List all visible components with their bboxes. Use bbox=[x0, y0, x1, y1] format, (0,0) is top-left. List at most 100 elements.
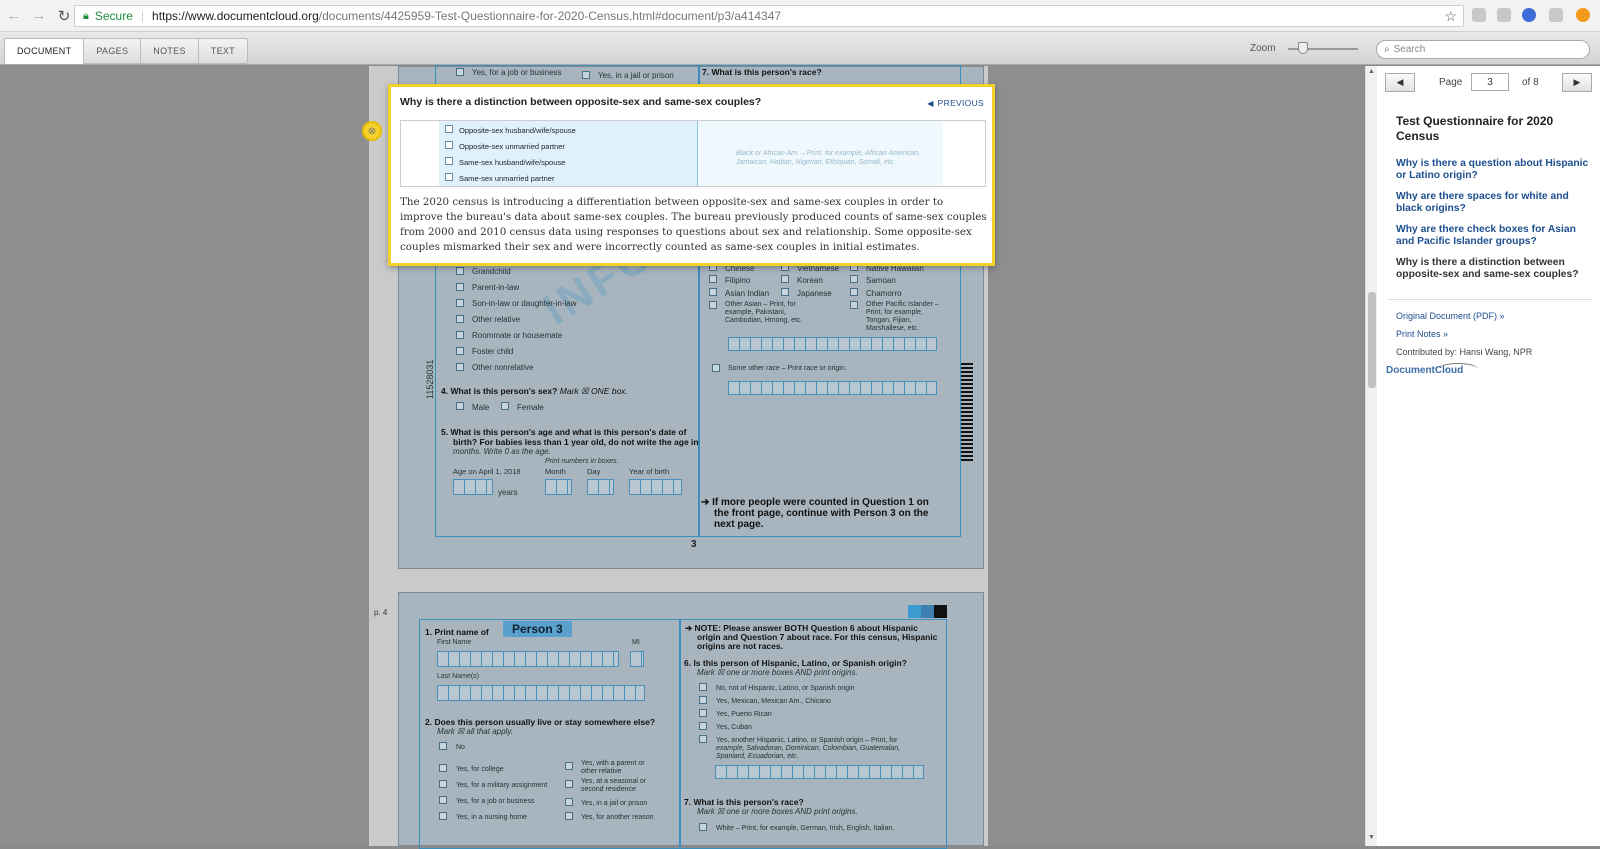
form-option: Yes, for a military assignment bbox=[456, 782, 548, 789]
checkbox[interactable] bbox=[712, 364, 720, 372]
checkbox[interactable] bbox=[565, 780, 573, 788]
note-close-icon[interactable]: ⊗ bbox=[362, 121, 382, 141]
checkbox[interactable] bbox=[565, 798, 573, 806]
note-link-hispanic[interactable]: Why is there a question about Hispanic o… bbox=[1396, 158, 1592, 181]
extension-icon[interactable] bbox=[1576, 8, 1590, 22]
search-input[interactable]: ⌕ Search bbox=[1376, 40, 1590, 59]
print-origin-input[interactable] bbox=[728, 337, 937, 351]
checkbox[interactable] bbox=[699, 709, 707, 717]
checkbox[interactable] bbox=[709, 288, 717, 296]
form-option: Yes, for a job or business bbox=[472, 68, 562, 77]
question-4-text: 4. What is this person's sex? bbox=[441, 386, 558, 396]
barcode bbox=[961, 363, 973, 463]
page-number-input[interactable] bbox=[1471, 73, 1509, 91]
checkbox[interactable] bbox=[699, 735, 707, 743]
checkbox[interactable] bbox=[709, 275, 717, 283]
extension-icon[interactable] bbox=[1497, 8, 1511, 22]
checkbox[interactable] bbox=[699, 823, 707, 831]
scroll-down-icon[interactable]: ▼ bbox=[1368, 834, 1375, 841]
page-number: 3 bbox=[691, 539, 697, 550]
month-input[interactable] bbox=[545, 479, 572, 495]
hispanic-option: Yes, Puerto Rican bbox=[716, 711, 772, 718]
address-bar[interactable]: 🔒︎ Secure | https://www.documentcloud.or… bbox=[74, 5, 1464, 27]
tab-document[interactable]: DOCUMENT bbox=[4, 38, 85, 64]
browser-chrome: ← → ↻ 🔒︎ Secure | https://www.documentcl… bbox=[0, 0, 1600, 32]
forward-icon[interactable]: → bbox=[28, 5, 50, 27]
checkbox[interactable] bbox=[709, 301, 717, 309]
document-viewer[interactable]: Yes, for a job or business Yes, in a jai… bbox=[0, 65, 1365, 849]
page-4: 1. Print name of Person 3 First Name MI … bbox=[398, 592, 984, 849]
checkbox-female[interactable] bbox=[501, 402, 509, 410]
tab-notes[interactable]: NOTES bbox=[141, 38, 199, 64]
search-icon: ⌕ bbox=[1384, 44, 1390, 55]
note-link-asian-pacific[interactable]: Why are there check boxes for Asian and … bbox=[1396, 224, 1592, 247]
first-name-input[interactable] bbox=[437, 651, 619, 667]
other-race-input[interactable] bbox=[728, 381, 937, 395]
page-navigator: ◀ Page of 8 ▶ bbox=[1385, 73, 1592, 93]
viewer-scrollbar[interactable]: ▲ ▼ bbox=[1365, 66, 1377, 846]
checkbox[interactable] bbox=[850, 288, 858, 296]
checkbox[interactable] bbox=[699, 722, 707, 730]
checkbox[interactable] bbox=[439, 812, 447, 820]
original-document-link[interactable]: Original Document (PDF) » bbox=[1396, 311, 1505, 321]
previous-page-button[interactable]: ◀ bbox=[1385, 73, 1415, 92]
last-name-label: Last Name(s) bbox=[437, 673, 480, 680]
tab-text[interactable]: TEXT bbox=[198, 38, 248, 64]
next-page-button[interactable]: ▶ bbox=[1562, 73, 1592, 92]
form-option: Other relative bbox=[472, 315, 521, 324]
checkbox[interactable] bbox=[565, 762, 573, 770]
checkbox[interactable] bbox=[456, 315, 464, 323]
checkbox[interactable] bbox=[699, 696, 707, 704]
checkbox[interactable] bbox=[699, 683, 707, 691]
checkbox[interactable] bbox=[439, 780, 447, 788]
checkbox[interactable] bbox=[439, 796, 447, 804]
scroll-thumb[interactable] bbox=[1368, 292, 1376, 388]
checkbox[interactable] bbox=[439, 742, 447, 750]
checkbox[interactable] bbox=[781, 275, 789, 283]
mi-input[interactable] bbox=[630, 651, 644, 667]
page-label: p. 4 bbox=[374, 608, 388, 617]
bookmark-star-icon[interactable]: ☆ bbox=[1444, 8, 1457, 25]
tab-pages[interactable]: PAGES bbox=[84, 38, 142, 64]
checkbox[interactable] bbox=[439, 764, 447, 772]
race-option: Chamorro bbox=[866, 289, 902, 298]
hispanic-option: Yes, Mexican, Mexican Am., Chicano bbox=[716, 698, 831, 705]
race-option: Korean bbox=[797, 276, 823, 285]
checkbox[interactable] bbox=[850, 275, 858, 283]
checkbox[interactable] bbox=[456, 331, 464, 339]
checkbox[interactable] bbox=[582, 71, 590, 79]
extension-icon[interactable] bbox=[1549, 8, 1563, 22]
checkbox[interactable] bbox=[456, 283, 464, 291]
note-link-same-sex[interactable]: Why is there a distinction between oppos… bbox=[1396, 257, 1592, 280]
hispanic-option: No, not of Hispanic, Latino, or Spanish … bbox=[716, 685, 855, 692]
reload-icon[interactable]: ↻ bbox=[53, 5, 75, 27]
triangle-right-icon: ▶ bbox=[1573, 77, 1581, 87]
checkbox[interactable] bbox=[456, 267, 464, 275]
scroll-up-icon[interactable]: ▲ bbox=[1368, 68, 1375, 75]
extension-icon[interactable] bbox=[1472, 8, 1486, 22]
page-label: Page bbox=[1439, 77, 1463, 88]
hispanic-option-continued: Spaniard, Ecuadorian, etc. bbox=[716, 753, 799, 760]
checkbox[interactable] bbox=[456, 347, 464, 355]
last-name-input[interactable] bbox=[437, 685, 645, 701]
print-notes-link[interactable]: Print Notes » bbox=[1396, 329, 1448, 339]
note-link-white-black[interactable]: Why are there spaces for white and black… bbox=[1396, 191, 1592, 214]
checkbox[interactable] bbox=[850, 301, 858, 309]
checkbox[interactable] bbox=[456, 68, 464, 76]
checkbox[interactable] bbox=[456, 299, 464, 307]
zoom-slider-handle[interactable] bbox=[1298, 42, 1308, 54]
checkbox-male[interactable] bbox=[456, 402, 464, 410]
age-input[interactable] bbox=[453, 479, 493, 495]
hispanic-origin-input[interactable] bbox=[715, 765, 924, 779]
day-input[interactable] bbox=[587, 479, 614, 495]
checkbox[interactable] bbox=[565, 812, 573, 820]
contributed-by: Contributed by: Hansi Wang, NPR bbox=[1396, 347, 1533, 357]
checkbox[interactable] bbox=[456, 363, 464, 371]
extension-icon[interactable] bbox=[1522, 8, 1536, 22]
form-option: Son-in-law or daughter-in-law bbox=[472, 299, 577, 308]
some-other-race-option: Some other race – Print race or origin. bbox=[728, 365, 847, 372]
previous-note-button[interactable]: ◀ PREVIOUS bbox=[927, 98, 984, 108]
year-input[interactable] bbox=[629, 479, 682, 495]
back-icon[interactable]: ← bbox=[3, 5, 25, 27]
checkbox[interactable] bbox=[781, 288, 789, 296]
